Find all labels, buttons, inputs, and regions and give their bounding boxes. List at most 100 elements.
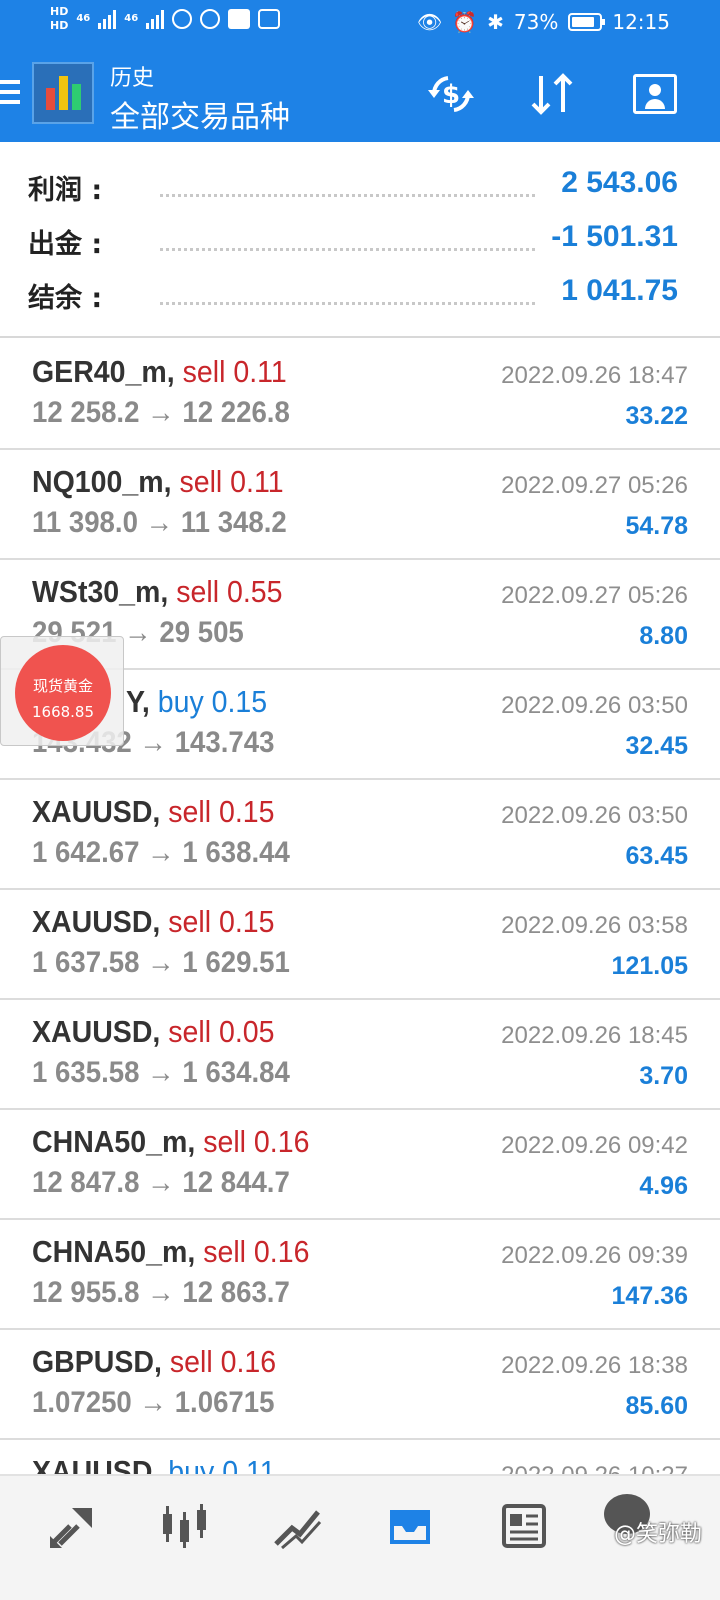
deal-prices: 12 955.8 → 12 863.7: [32, 1276, 290, 1309]
summary-row-balance: 结余 : 1 041.75: [0, 266, 720, 320]
nav-trade[interactable]: [268, 1498, 328, 1554]
logo-bars-icon: [45, 76, 81, 110]
deal-prices: 1.07250 → 1.06715: [32, 1386, 275, 1419]
deal-prices: 1 637.58 → 1 629.51: [32, 946, 290, 979]
deal-side: sell: [182, 354, 226, 389]
summary-label: 出金 :: [28, 229, 103, 260]
deal-title: Y, buy 0.15: [126, 684, 267, 720]
deal-side: sell: [179, 464, 223, 499]
deal-profit: 147.36: [611, 1282, 688, 1310]
deal-profit: 121.05: [611, 952, 688, 980]
deal-side: sell: [203, 1124, 246, 1159]
nav-quotes[interactable]: [42, 1498, 102, 1554]
deal-title: XAUUSD, sell 0.15: [32, 904, 275, 940]
deal-row[interactable]: CHNA50_m, sell 0.16 12 955.8 → 12 863.7 …: [0, 1220, 720, 1330]
deal-profit: 4.96: [639, 1172, 688, 1200]
deal-volume: 0.16: [253, 1234, 310, 1269]
signal-icon: [98, 9, 117, 29]
deal-time: 2022.09.26 18:45: [501, 1022, 688, 1049]
sort-icon[interactable]: [527, 72, 577, 116]
nav-chart[interactable]: [155, 1498, 215, 1554]
deal-side: sell: [168, 904, 212, 939]
dotted-leader: [160, 248, 535, 251]
deal-title: XAUUSD, sell 0.05: [32, 1014, 275, 1050]
summary-row-withdrawal: 出金 : -1 501.31: [0, 212, 720, 266]
summary-value: 2 543.06: [561, 166, 678, 199]
summary-value: -1 501.31: [551, 220, 678, 253]
deal-row[interactable]: GBPUSD, sell 0.16 1.07250 → 1.06715 2022…: [0, 1330, 720, 1440]
summary-label: 结余 :: [28, 283, 103, 314]
status-left: HD HD 46 46: [50, 5, 281, 32]
deal-symbol: CHNA50_m,: [32, 1234, 196, 1269]
page-title: 历史: [110, 66, 155, 91]
deal-volume: 0.55: [226, 574, 283, 609]
svg-text:$: $: [442, 80, 460, 110]
currency-exchange-icon[interactable]: $: [426, 72, 476, 116]
deal-symbol: GER40_m,: [32, 354, 175, 389]
app-bar: 历史 全部交易品种 $: [0, 46, 720, 142]
bottom-nav: @笑弥勒: [0, 1474, 720, 1600]
summary-panel: 利润 : 2 543.06 出金 : -1 501.31 结余 : 1 041.…: [0, 142, 720, 338]
symbol-filter[interactable]: 全部交易品种: [110, 92, 290, 136]
deal-side: sell: [203, 1234, 246, 1269]
nav-news[interactable]: [494, 1498, 554, 1554]
deal-profit: 32.45: [625, 732, 688, 760]
hd-label-1: HD: [50, 5, 69, 18]
news-icon: [502, 1504, 546, 1548]
account-icon[interactable]: [630, 72, 680, 116]
deal-time: 2022.09.27 05:26: [501, 472, 688, 499]
deal-side: sell: [168, 1014, 212, 1049]
deal-volume: 0.11: [230, 464, 284, 499]
deal-symbol: XAUUSD,: [32, 1014, 161, 1049]
deal-title: CHNA50_m, sell 0.16: [32, 1234, 309, 1270]
summary-value: 1 041.75: [561, 274, 678, 307]
deal-row[interactable]: NQ100_m, sell 0.11 11 398.0 → 11 348.2 2…: [0, 450, 720, 560]
deal-profit: 8.80: [639, 622, 688, 650]
gold-price-bubble[interactable]: 现货黄金 1668.85: [15, 645, 111, 741]
nav-history[interactable]: [380, 1498, 440, 1554]
deal-symbol: NQ100_m,: [32, 464, 172, 499]
deal-title: GER40_m, sell 0.11: [32, 354, 287, 390]
deal-time: 2022.09.26 18:38: [501, 1352, 688, 1379]
deal-title: XAUUSD, sell 0.15: [32, 794, 275, 830]
hotspot-icon: [172, 8, 193, 29]
gold-price-widget[interactable]: 现货黄金 1668.85: [0, 636, 124, 746]
deal-symbol: CHNA50_m,: [32, 1124, 196, 1159]
deal-row[interactable]: CHNA50_m, sell 0.16 12 847.8 → 12 844.7 …: [0, 1110, 720, 1220]
deal-prices: 12 258.2 → 12 226.8: [32, 396, 290, 429]
menu-icon[interactable]: [0, 80, 20, 110]
deal-prices: 11 398.0 → 11 348.2: [32, 506, 287, 539]
app-logo: [32, 62, 94, 124]
history-icon: [390, 1510, 430, 1544]
hd-label-2: HD: [50, 19, 69, 32]
deal-symbol: XAUUSD,: [32, 904, 161, 939]
widget-symbol-name: 现货黄金: [32, 677, 93, 695]
deal-side: sell: [169, 1344, 213, 1379]
deal-time: 2022.09.27 05:26: [501, 582, 688, 609]
deal-row[interactable]: XAUUSD, sell 0.05 1 635.58 → 1 634.84 20…: [0, 1000, 720, 1110]
trade-icon: [274, 1510, 322, 1550]
deal-title: WSt30_m, sell 0.55: [32, 574, 282, 610]
deal-prices: 12 847.8 → 12 844.7: [32, 1166, 290, 1199]
signal-icon-2: [146, 9, 165, 29]
deal-prices: 1 642.67 → 1 638.44: [32, 836, 290, 869]
deal-row[interactable]: XAUUSD, sell 0.15 1 637.58 → 1 629.51 20…: [0, 890, 720, 1000]
deal-volume: 0.16: [220, 1344, 277, 1379]
deal-volume: 0.05: [219, 1014, 275, 1049]
deal-time: 2022.09.26 09:39: [501, 1242, 688, 1269]
status-right: 👁 ⏰ ✱ 73% 12:15: [417, 10, 670, 34]
watermark: @笑弥勒: [613, 1522, 702, 1547]
deal-volume: 0.15: [211, 684, 268, 719]
deal-volume: 0.16: [253, 1124, 310, 1159]
deal-row[interactable]: GER40_m, sell 0.11 12 258.2 → 12 226.8 2…: [0, 340, 720, 450]
deal-symbol: WSt30_m,: [32, 574, 169, 609]
clock: 12:15: [612, 10, 670, 34]
deal-profit: 54.78: [625, 512, 688, 540]
deal-row[interactable]: XAUUSD, sell 0.15 1 642.67 → 1 638.44 20…: [0, 780, 720, 890]
widget-price: 1668.85: [31, 703, 95, 721]
currency-exchange-svg: $: [428, 76, 474, 112]
deal-title: GBPUSD, sell 0.16: [32, 1344, 276, 1380]
app-notify-icon: [200, 8, 221, 29]
deal-volume: 0.11: [233, 354, 287, 389]
network-type-2: 46: [124, 13, 139, 24]
